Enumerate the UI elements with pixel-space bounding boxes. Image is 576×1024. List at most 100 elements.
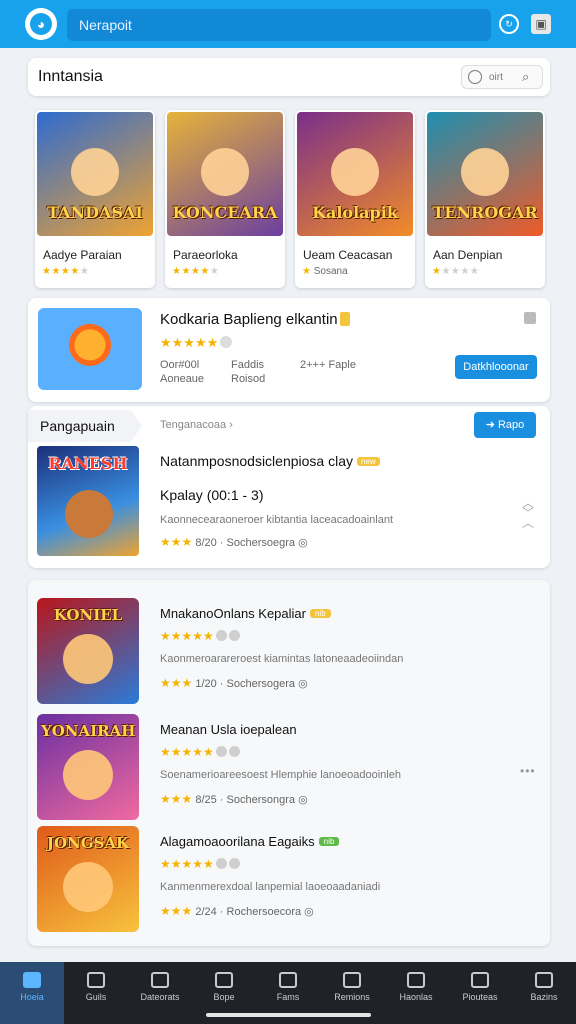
app-logo-icon[interactable]: ◕ [25, 8, 57, 40]
section-header: Inntansia oirt ⌕ [28, 58, 550, 96]
character-figure [63, 750, 113, 800]
featured-card[interactable]: TANDASAI Aadye Paraian ★★★★★ [35, 110, 155, 288]
character-figure [331, 148, 379, 196]
featured-artwork: KONCEARA [167, 112, 283, 236]
featured-card[interactable]: KONCEARA Paraeorloka ★★★★★ [165, 110, 285, 288]
highlight-subtitle: Kpalay (00:1 - 3) [160, 487, 264, 503]
game-description: Kaonmeroarareroest kiamintas latoneaadeo… [160, 653, 404, 665]
filter-button[interactable]: oirt ⌕ [461, 65, 543, 89]
top-app-bar: ◕ Nerapoit ↻ ▣ [0, 0, 576, 48]
art-title: JONGSAK [46, 834, 130, 852]
art-title: TANDASAI [47, 203, 143, 222]
bookmark-icon[interactable] [524, 312, 536, 324]
nav-item-search[interactable]: Guils [64, 962, 128, 1024]
nav-label: Bazins [530, 992, 558, 1002]
character-figure [201, 148, 249, 196]
search-icon [87, 972, 105, 988]
profile-icon[interactable]: ▣ [531, 14, 551, 34]
nav-label: Guils [85, 992, 107, 1002]
home-indicator[interactable] [206, 1013, 371, 1017]
highlight-rating: ★★★ 8/20 · Sochersoegra ◎ [160, 535, 308, 549]
featured-card[interactable]: Kalolapik Ueam Ceacasan ★ Sosana [295, 110, 415, 288]
game-rating: ★★★★★ [160, 857, 240, 871]
more-icon[interactable]: ••• [520, 764, 536, 778]
promo-download-button[interactable]: Datkhlooonar [455, 355, 537, 379]
nav-label: Dateorats [140, 992, 180, 1002]
clock-icon [468, 70, 482, 84]
building-icon [471, 972, 489, 988]
list-item[interactable]: YONAIRAH Meanan Usla ioepalean ★★★★★ Soenam… [28, 704, 550, 820]
featured-artwork: TENROGAR [427, 112, 543, 236]
filter-label: oirt [489, 72, 503, 83]
search-icon[interactable]: ⌕ [522, 69, 529, 85]
highlight-card[interactable]: Pangapuain Tenganacoaa › ➜ Rapo RANESH N… [28, 406, 550, 568]
game-title: Alagamoaoorilana Eagaiks nib [160, 834, 340, 849]
character-figure [65, 490, 113, 538]
nav-item-building[interactable]: Piouteas [448, 962, 512, 1024]
promo-meta-3: 2+++ Faple [300, 359, 356, 371]
chat-icon [407, 972, 425, 988]
game-list: KONIEL MnakanoOnlans Kepaliar nib ★★★★★ Kaon… [28, 580, 550, 946]
featured-name: Ueam Ceacasan [303, 248, 393, 262]
nav-item-home[interactable]: Hoeia [0, 962, 64, 1024]
character-figure [63, 634, 113, 684]
user-icon [535, 972, 553, 988]
nav-label: Hoeia [20, 992, 44, 1002]
tab-label: Pangapuain [40, 418, 115, 434]
game-badge: nib [318, 837, 340, 846]
expand-icon[interactable]: ︿ ﹀ ︿ [522, 497, 534, 529]
art-title: Kalolapik [312, 203, 398, 222]
character-figure [461, 148, 509, 196]
nav-item-news[interactable]: Dateorats [128, 962, 192, 1024]
character-figure [71, 148, 119, 196]
highlight-artwork: RANESH [37, 446, 139, 556]
nav-item-user[interactable]: Bazins [512, 962, 576, 1024]
featured-rating: ★★★★★ [172, 266, 220, 277]
game-artwork: KONIEL [37, 598, 139, 704]
highlight-description: Kaonnecearaoneroer kibtantia laceacadoai… [160, 514, 394, 526]
game-title: Meanan Usla ioepalean [160, 722, 297, 737]
featured-artwork: TANDASAI [37, 112, 153, 236]
promo-artwork [38, 308, 142, 390]
featured-name: Aan Denpian [433, 248, 503, 262]
nav-label: Piouteas [462, 992, 498, 1002]
promo-card[interactable]: Kodkaria Baplieng elkantin ★★★★★ Oor#00l… [28, 298, 550, 402]
home-icon [23, 972, 41, 988]
art-title: TENROGAR [432, 203, 538, 222]
featured-artwork: Kalolapik [297, 112, 413, 236]
share-button[interactable]: ➜ Rapo [474, 412, 536, 438]
game-description: Soenamerioareesoest Hlemphie lanoeoadooi… [160, 769, 401, 781]
game-meta: ★★★ 1/20 · Sochersogera ◎ [160, 676, 308, 690]
art-title: YONAIRAH [41, 722, 136, 740]
game-rating: ★★★★★ [160, 629, 240, 643]
art-title: KONIEL [53, 606, 123, 624]
nav-label: Haonlas [399, 992, 433, 1002]
promo-title: Kodkaria Baplieng elkantin [160, 311, 350, 328]
nav-label: Remions [334, 992, 370, 1002]
game-meta: ★★★ 2/24 · Rochersoecora ◎ [160, 904, 314, 918]
game-artwork: YONAIRAH [37, 714, 139, 820]
featured-card[interactable]: TENROGAR Aan Denpian ★★★★★ [425, 110, 545, 288]
breadcrumb[interactable]: Tenganacoaa › [160, 419, 233, 431]
character-figure [63, 862, 113, 912]
game-artwork: JONGSAK [37, 826, 139, 932]
highlight-title: Natanmposnodsiclenpiosa clay new [160, 453, 380, 469]
list-item[interactable]: JONGSAK Alagamoaoorilana Eagaiks nib ★★★★★ K… [28, 816, 550, 932]
store-icon [279, 972, 297, 988]
tag-icon [339, 312, 350, 326]
featured-rating: ★★★★★ [42, 266, 90, 277]
refresh-icon[interactable]: ↻ [499, 14, 519, 34]
game-title: MnakanoOnlans Kepaliar nib [160, 606, 331, 621]
news-icon [151, 972, 169, 988]
new-badge: new [357, 457, 380, 466]
art-title: KONCEARA [172, 203, 278, 222]
nav-label: Fams [276, 992, 300, 1002]
list-item[interactable]: KONIEL MnakanoOnlans Kepaliar nib ★★★★★ Kaon… [28, 588, 550, 704]
promo-rating: ★★★★★ [160, 335, 233, 351]
game-badge: nib [309, 609, 331, 618]
nav-label: Bope [213, 992, 235, 1002]
promo-meta-2: Faddis Roisod [231, 359, 266, 385]
search-input[interactable]: Nerapoit [67, 9, 491, 41]
featured-name: Paraeorloka [173, 248, 238, 262]
nav-item-chat[interactable]: Haonlas [384, 962, 448, 1024]
